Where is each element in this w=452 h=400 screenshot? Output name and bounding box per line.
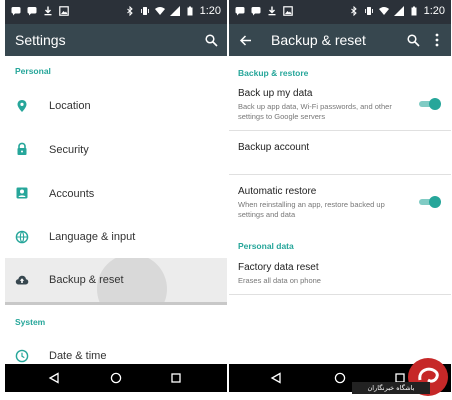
settings-item-date-time[interactable]: Date & time (5, 338, 227, 364)
item-title: Back up my data (238, 88, 313, 99)
watermark-text: باشگاه خبرنگاران (352, 382, 430, 394)
arrow-back-icon (239, 34, 251, 46)
divider (5, 302, 227, 305)
status-time: 1:20 (199, 5, 221, 17)
settings-item-label: Accounts (49, 188, 95, 200)
item-title: Automatic restore (238, 186, 317, 197)
cloud-upload-icon (15, 275, 29, 285)
watermark-logo: باشگاه خبرنگاران (352, 358, 448, 396)
backup-my-data-toggle[interactable] (419, 98, 441, 110)
home-circle-icon (334, 372, 346, 384)
settings-item-label: Location (49, 100, 91, 112)
search-button[interactable] (201, 30, 221, 50)
download-icon (268, 6, 276, 16)
settings-item-label: Security (49, 144, 89, 156)
vibrate-icon (140, 7, 149, 15)
section-header-personal-data: Personal data (238, 241, 294, 251)
home-button[interactable] (333, 371, 347, 385)
bluetooth-icon (350, 6, 357, 16)
page-title: Backup & reset (271, 32, 366, 48)
clock-icon (15, 349, 29, 363)
battery-icon (411, 6, 417, 16)
divider (229, 174, 451, 175)
item-title: Factory data reset (238, 262, 319, 273)
status-time: 1:20 (423, 5, 445, 17)
toggle-thumb (429, 98, 441, 110)
recents-square-icon (171, 373, 181, 383)
back-button[interactable] (47, 371, 61, 385)
automatic-restore-item[interactable]: Automatic restore When reinstalling an a… (238, 186, 441, 220)
section-header-system: System (15, 317, 46, 327)
item-subtitle: When reinstalling an app, restore backed… (238, 200, 385, 219)
chat-notification-icon (27, 7, 37, 16)
signal-icon (169, 6, 180, 16)
settings-item-label: Backup & reset (49, 274, 124, 286)
status-bar: 1:20 (5, 0, 227, 24)
battery-icon (187, 6, 193, 16)
status-bar: 1:20 (229, 0, 451, 24)
home-circle-icon (110, 372, 122, 384)
settings-item-label: Language & input (49, 231, 136, 243)
back-triangle-icon (270, 372, 281, 384)
settings-item-security[interactable]: Security (5, 128, 227, 172)
backup-account-item[interactable]: Backup account (238, 142, 441, 154)
image-notification-icon (59, 6, 69, 16)
chat-notification-icon (11, 7, 21, 16)
backup-my-data-item[interactable]: Back up my data Back up app data, Wi-Fi … (238, 88, 441, 122)
vibrate-icon (364, 7, 373, 15)
section-header-personal: Personal (15, 66, 51, 76)
item-subtitle: Back up app data, Wi-Fi passwords, and o… (238, 102, 392, 121)
factory-data-reset-item[interactable]: Factory data reset Erases all data on ph… (238, 262, 441, 286)
chat-notification-icon (235, 7, 245, 16)
signal-icon (393, 6, 404, 16)
globe-icon (15, 230, 29, 244)
section-header-backup-restore: Backup & restore (238, 68, 309, 78)
search-icon (204, 33, 218, 47)
app-bar: Backup & reset (229, 24, 451, 56)
chat-notification-icon (251, 7, 261, 16)
overflow-menu-button[interactable] (427, 30, 447, 50)
search-icon (406, 33, 420, 47)
backup-reset-screen: 1:20 Backup & reset Backup & restore Bac… (229, 0, 451, 400)
app-bar: Settings (5, 24, 227, 56)
back-triangle-icon (48, 372, 59, 384)
lock-icon (17, 142, 27, 155)
settings-item-language-input[interactable]: Language & input (5, 216, 227, 258)
page-title: Settings (15, 32, 66, 48)
navigate-up-button[interactable] (235, 30, 255, 50)
divider (229, 294, 451, 295)
home-button[interactable] (109, 371, 123, 385)
settings-item-label: Date & time (49, 350, 107, 362)
wifi-icon (378, 7, 389, 15)
image-notification-icon (283, 6, 293, 16)
navigation-bar (5, 364, 227, 392)
location-pin-icon (17, 100, 27, 112)
recents-button[interactable] (169, 371, 183, 385)
divider (229, 130, 451, 131)
item-subtitle: Erases all data on phone (238, 276, 321, 285)
settings-screen: 1:20 Settings Personal Location Security… (5, 0, 227, 400)
settings-item-accounts[interactable]: Accounts (5, 172, 227, 216)
download-icon (44, 6, 52, 16)
automatic-restore-toggle[interactable] (419, 196, 441, 208)
more-vert-icon (435, 33, 439, 47)
settings-item-backup-reset[interactable]: Backup & reset (5, 258, 227, 302)
back-button[interactable] (269, 371, 283, 385)
wifi-icon (154, 7, 165, 15)
item-title: Backup account (238, 142, 310, 153)
account-icon (16, 187, 28, 199)
toggle-thumb (429, 196, 441, 208)
settings-item-location[interactable]: Location (5, 84, 227, 128)
search-button[interactable] (403, 30, 423, 50)
bluetooth-icon (126, 6, 133, 16)
